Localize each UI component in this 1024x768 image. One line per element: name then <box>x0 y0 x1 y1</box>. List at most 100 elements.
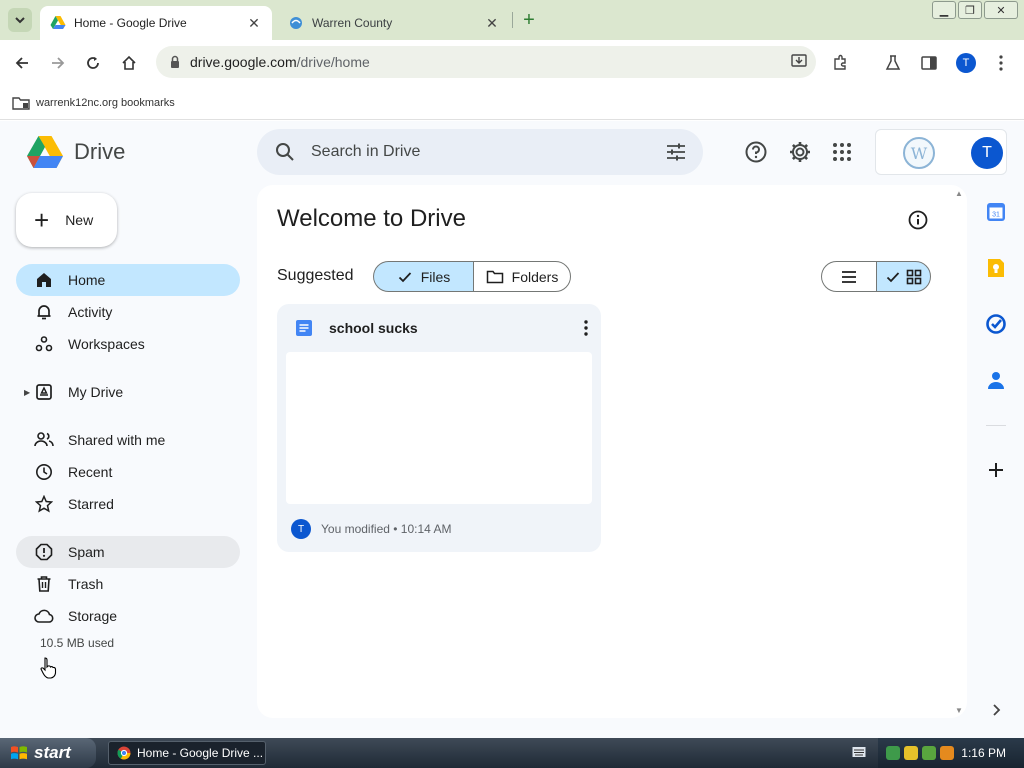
bookmark-folder-warrenk12nc[interactable]: warrenk12nc.org bookmarks <box>36 97 175 109</box>
nav-item-spam[interactable]: Spam <box>16 536 240 568</box>
search-tray-icon[interactable] <box>940 746 954 760</box>
url-domain: drive.google.com <box>190 54 297 70</box>
nav-item-label: Workspaces <box>68 336 145 352</box>
nav-item-activity[interactable]: Activity <box>16 296 240 328</box>
keyboard-icon[interactable] <box>852 746 866 758</box>
managed-bookmarks-folder-icon <box>12 96 30 110</box>
google-apps-grid-icon[interactable] <box>829 139 855 165</box>
tasks-app-icon[interactable] <box>985 313 1007 335</box>
svg-text:31: 31 <box>992 212 1000 219</box>
chevron-down-icon <box>15 17 25 24</box>
cloud-icon <box>34 606 54 626</box>
nav-item-workspaces[interactable]: Workspaces <box>16 328 240 360</box>
home-browser-icon[interactable] <box>116 50 142 76</box>
browser-menu-icon[interactable] <box>988 50 1014 76</box>
scroll-up-arrow-icon[interactable]: ▲ <box>955 189 963 198</box>
file-card-school-sucks[interactable]: school sucks T You modified • 10:14 AM <box>277 304 601 552</box>
google-drive-logo-icon <box>27 136 63 168</box>
drive-search-bar[interactable]: Search in Drive <box>257 129 703 175</box>
drive-logo[interactable]: Drive <box>26 135 125 169</box>
nav-item-label: Starred <box>68 496 114 512</box>
plus-icon: + <box>34 205 50 235</box>
folders-chip[interactable]: Folders <box>473 261 571 292</box>
workspaces-icon <box>34 334 54 354</box>
search-icon[interactable] <box>275 142 295 162</box>
grid-view-icon <box>906 269 921 284</box>
close-tab-icon[interactable]: ✕ <box>246 15 262 31</box>
minimize-icon[interactable]: ▁ <box>932 1 956 19</box>
drive-app: Drive Search in Drive W T + New Home Act… <box>0 121 1024 738</box>
browser-toolbar: drive.google.com/drive/home T <box>0 40 1024 86</box>
account-avatar[interactable]: T <box>971 137 1003 169</box>
storage-used-text: 10.5 MB used <box>40 636 115 650</box>
tab-warren-county[interactable]: Warren County ✕ <box>278 6 510 40</box>
reload-icon[interactable] <box>80 50 106 76</box>
install-app-icon[interactable] <box>790 52 808 70</box>
tab-search-button[interactable] <box>8 8 32 32</box>
scroll-down-arrow-icon[interactable]: ▼ <box>955 706 963 715</box>
nav-item-label: Recent <box>68 464 113 480</box>
info-icon[interactable] <box>907 209 929 231</box>
address-bar[interactable]: drive.google.com/drive/home <box>156 46 816 78</box>
nav-item-shared-with-me[interactable]: Shared with me <box>16 424 240 456</box>
forward-icon[interactable] <box>45 50 71 76</box>
back-icon[interactable] <box>9 50 35 76</box>
expand-caret-icon[interactable]: ▶ <box>24 388 30 397</box>
extensions-icon[interactable] <box>827 50 853 76</box>
add-addon-icon[interactable] <box>985 459 1007 481</box>
update-tray-icon[interactable] <box>922 746 936 760</box>
side-panel-divider <box>986 425 1006 426</box>
start-button[interactable]: start <box>0 738 96 768</box>
contacts-app-icon[interactable] <box>985 369 1007 391</box>
taskbar-item-label: Home - Google Drive ... <box>137 746 264 760</box>
check-icon <box>886 271 899 282</box>
home-icon <box>34 270 54 290</box>
nav-item-starred[interactable]: Starred <box>16 488 240 520</box>
os-taskbar: start Home - Google Drive ... 1:16 PM <box>0 738 1024 768</box>
tab-home-google-drive[interactable]: Home - Google Drive ✕ <box>40 6 272 40</box>
search-options-icon[interactable] <box>665 141 687 163</box>
side-panel-icon[interactable] <box>916 50 942 76</box>
nav-item-storage[interactable]: Storage <box>16 600 240 632</box>
new-button[interactable]: + New <box>16 193 117 247</box>
check-icon <box>397 269 413 285</box>
nav-item-trash[interactable]: Trash <box>16 568 240 600</box>
clock-icon <box>34 462 54 482</box>
more-actions-icon[interactable] <box>581 318 591 338</box>
expand-side-panel-icon[interactable] <box>985 699 1007 721</box>
warren-county-favicon <box>290 17 302 29</box>
close-tab-icon[interactable]: ✕ <box>484 15 500 31</box>
grid-view-button[interactable] <box>876 261 931 292</box>
layout-toggle <box>821 261 931 292</box>
files-chip[interactable]: Files <box>373 261 473 292</box>
window-controls: ▁ ❐ ✕ <box>932 1 1018 19</box>
nav-item-my-drive[interactable]: ▶ My Drive <box>16 376 240 408</box>
keep-app-icon[interactable] <box>985 257 1007 279</box>
file-modified-text: You modified • 10:14 AM <box>321 522 452 536</box>
windows-flag-icon <box>11 746 27 760</box>
nav-item-label: Home <box>68 272 106 288</box>
browser-profile-avatar[interactable]: T <box>956 53 976 73</box>
new-button-label: New <box>65 212 94 228</box>
settings-gear-icon[interactable] <box>787 139 813 165</box>
account-switcher[interactable]: W T <box>875 129 1007 175</box>
calendar-app-icon[interactable]: 31 <box>985 201 1007 223</box>
nav-item-recent[interactable]: Recent <box>16 456 240 488</box>
search-input[interactable]: Search in Drive <box>311 143 420 161</box>
site-info-icon[interactable] <box>168 55 182 69</box>
network-tray-icon[interactable] <box>886 746 900 760</box>
window-close-icon[interactable]: ✕ <box>984 1 1018 19</box>
nav-item-home[interactable]: Home <box>16 264 240 296</box>
help-icon[interactable] <box>743 139 769 165</box>
restore-icon[interactable]: ❐ <box>958 1 982 19</box>
taskbar-item-chrome[interactable]: Home - Google Drive ... <box>108 741 266 765</box>
tab-title: Warren County <box>312 16 393 30</box>
drive-logo-text: Drive <box>74 139 126 164</box>
hand-cursor-icon <box>40 657 57 679</box>
labs-flask-icon[interactable] <box>880 50 906 76</box>
new-tab-button[interactable]: + <box>516 8 542 32</box>
star-icon <box>34 494 54 514</box>
security-shield-tray-icon[interactable] <box>904 746 918 760</box>
file-thumbnail[interactable] <box>286 352 592 504</box>
list-view-button[interactable] <box>821 261 876 292</box>
